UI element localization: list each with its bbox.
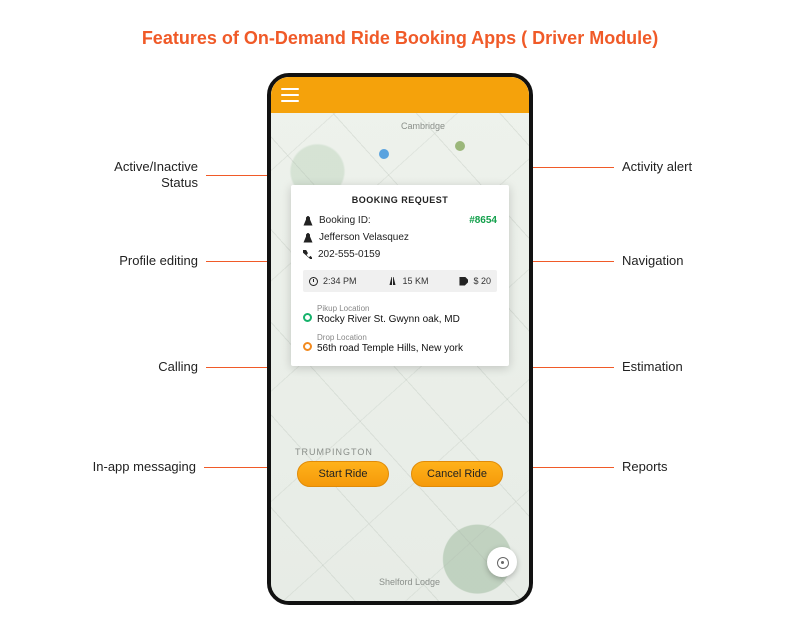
drop-row: Drop Location 56th road Temple Hills, Ne… xyxy=(303,333,497,354)
callout-label: Estimation xyxy=(622,359,742,375)
map-place-label: Shelford Lodge xyxy=(379,577,440,587)
page-title: Features of On-Demand Ride Booking Apps … xyxy=(0,0,800,59)
recenter-button[interactable] xyxy=(487,547,517,577)
hamburger-line-icon xyxy=(281,88,299,90)
person-icon xyxy=(303,233,313,243)
customer-name-row: Jefferson Velasquez xyxy=(303,232,497,243)
callout-label: In-app messaging xyxy=(46,459,196,475)
booking-request-card: BOOKING REQUEST Booking ID: #8654 Jeffer… xyxy=(291,185,509,366)
stat-time-value: 2:34 PM xyxy=(323,276,357,286)
callout-label: Profile editing xyxy=(58,253,198,269)
stat-price-value: $ 20 xyxy=(473,276,491,286)
booking-id-value: #8654 xyxy=(469,215,497,226)
booking-id-label: Booking ID: xyxy=(319,215,463,226)
callout-estimation: Estimation xyxy=(500,359,742,375)
callout-label: Calling xyxy=(58,359,198,375)
stat-distance: 15 KM xyxy=(387,276,428,286)
ride-stats-bar: 2:34 PM 15 KM $ 20 xyxy=(303,270,497,292)
app-bar xyxy=(271,77,529,113)
price-tag-icon xyxy=(459,277,468,286)
stat-time: 2:34 PM xyxy=(309,276,357,286)
hamburger-line-icon xyxy=(281,100,299,102)
road-icon xyxy=(387,277,397,285)
callout-navigation: Navigation xyxy=(500,253,742,269)
phone-icon xyxy=(303,250,312,259)
drop-value: 56th road Temple Hills, New york xyxy=(317,343,497,354)
hamburger-line-icon xyxy=(281,94,299,96)
map-place-label: TRUMPINGTON xyxy=(295,447,373,457)
callout-reports: Reports xyxy=(500,459,742,475)
customer-phone-row[interactable]: 202-555-0159 xyxy=(303,249,497,260)
action-buttons-row: Start Ride Cancel Ride xyxy=(291,461,509,487)
stat-price: $ 20 xyxy=(459,276,491,286)
locations-block: Pikup Location Rocky River St. Gwynn oak… xyxy=(303,304,497,354)
callout-label: Reports xyxy=(622,459,742,475)
cancel-ride-button[interactable]: Cancel Ride xyxy=(411,461,503,487)
pickup-value: Rocky River St. Gwynn oak, MD xyxy=(317,314,497,325)
pickup-row: Pikup Location Rocky River St. Gwynn oak… xyxy=(303,304,497,325)
diagram-stage: Active/Inactive Status Profile editing C… xyxy=(0,59,800,619)
start-ride-button[interactable]: Start Ride xyxy=(297,461,389,487)
drop-dot-icon xyxy=(303,342,312,351)
booking-id-row: Booking ID: #8654 xyxy=(303,215,497,226)
stat-distance-value: 15 KM xyxy=(402,276,428,286)
customer-phone: 202-555-0159 xyxy=(318,249,380,260)
callout-label: Active/Inactive Status xyxy=(58,159,198,192)
map-poi-icon xyxy=(455,141,465,151)
pickup-label: Pikup Location xyxy=(317,304,497,313)
menu-button[interactable] xyxy=(281,88,299,102)
pickup-dot-icon xyxy=(303,313,312,322)
callout-label: Activity alert xyxy=(622,159,742,175)
customer-name: Jefferson Velasquez xyxy=(319,232,409,243)
card-title: BOOKING REQUEST xyxy=(303,195,497,205)
person-icon xyxy=(303,216,313,226)
map-place-label: Cambridge xyxy=(401,121,445,131)
drop-label: Drop Location xyxy=(317,333,497,342)
map-poi-icon xyxy=(379,149,389,159)
clock-icon xyxy=(309,277,318,286)
callout-activity-alert: Activity alert xyxy=(500,159,742,175)
callout-label: Navigation xyxy=(622,253,742,269)
crosshair-icon xyxy=(495,555,509,569)
phone-frame: Cambridge TRUMPINGTON Shelford Lodge BOO… xyxy=(267,73,533,605)
